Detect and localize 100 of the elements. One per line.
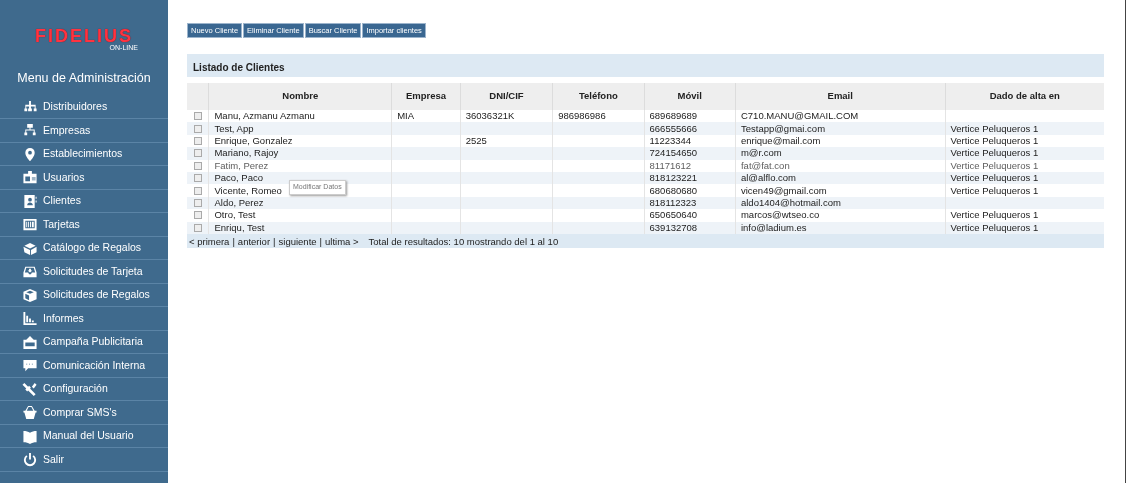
table-cell: Vicente, Romeo — [214, 184, 282, 196]
sidebar-item[interactable]: Clientes — [0, 189, 168, 214]
pager-link[interactable]: ultima > — [325, 235, 359, 247]
column-header: Dado de alta en — [945, 83, 1104, 110]
row-checkbox[interactable] — [193, 223, 202, 232]
row-checkbox[interactable] — [193, 211, 202, 220]
sidebar-item[interactable]: Usuarios — [0, 166, 168, 190]
table-cell: 81171612 — [649, 159, 692, 171]
pager-separator: | — [232, 235, 235, 247]
inbox-icon — [22, 264, 38, 279]
panel-title: Listado de Clientes — [187, 54, 1104, 77]
table-cell: Vertice Peluqueros 1 — [950, 184, 1039, 196]
tools-icon — [22, 381, 38, 397]
row-checkbox[interactable] — [193, 112, 202, 121]
table-cell: Vertice Peluqueros 1 — [950, 122, 1039, 134]
sidebar-item[interactable]: Catálogo de Regalos — [0, 236, 168, 261]
table-cell: Fatim, Perez — [214, 159, 269, 171]
sidebar-item[interactable]: Salir — [0, 448, 168, 472]
logo-wordmark: FIDELIUS — [34, 28, 133, 44]
table-cell: Otro, Test — [214, 209, 256, 221]
column-header: Teléfono — [552, 83, 645, 110]
row-checkbox[interactable] — [193, 124, 202, 133]
sidebar-item[interactable]: Solicitudes de Regalos — [0, 283, 168, 308]
sidebar-item[interactable]: Empresas — [0, 119, 168, 143]
table-cell: info@ladium.es — [740, 221, 807, 233]
table-cell: 36036321K — [465, 110, 515, 122]
table-cell: vicen49@gmail.com — [740, 184, 827, 196]
map-pin-icon — [22, 146, 38, 162]
sidebar-item[interactable]: Distribuidores — [0, 95, 168, 120]
contact-book-icon — [22, 193, 38, 209]
table-cell: Vertice Peluqueros 1 — [950, 221, 1039, 233]
column-header: Email — [735, 83, 945, 110]
row-checkbox[interactable] — [193, 161, 202, 170]
row-checkbox[interactable] — [193, 149, 202, 158]
column-header: Empresa — [391, 83, 461, 110]
sidebar-item[interactable]: Campaña Publicitaria — [0, 330, 168, 355]
sidebar-item[interactable]: Solicitudes de Tarjeta — [0, 260, 168, 284]
table-cell: C710.MANU@GMAIL.COM — [740, 110, 859, 122]
table-cell: 639132708 — [649, 221, 698, 233]
table-cell: m@r.com — [740, 147, 782, 159]
table-cell: fat@fat.con — [740, 159, 790, 171]
table-cell: 724154650 — [649, 147, 698, 159]
package-icon — [22, 287, 38, 303]
row-checkbox[interactable] — [193, 136, 202, 145]
pager-separator: | — [273, 235, 276, 247]
table-cell: 818123221 — [649, 172, 698, 184]
pager-link[interactable]: siguiente — [278, 235, 317, 247]
bar-chart-icon — [22, 311, 38, 326]
row-checkbox[interactable] — [193, 198, 202, 207]
sidebar-item[interactable]: Informes — [0, 307, 168, 331]
org-chart-icon — [22, 123, 38, 138]
id-badge-icon — [22, 170, 38, 185]
sidebar-item[interactable]: Tarjetas — [0, 213, 168, 237]
table-cell: Enrique, Gonzalez — [214, 134, 293, 146]
table-cell: Vertice Peluqueros 1 — [950, 159, 1039, 171]
book-icon — [22, 428, 38, 444]
sidebar-item[interactable]: Comunicación Interna — [0, 354, 168, 378]
table-cell: 11223344 — [649, 134, 692, 146]
table-cell: 818112323 — [649, 196, 697, 208]
table-cell: Paco, Paco — [214, 172, 264, 184]
table-cell: Vertice Peluqueros 1 — [950, 147, 1039, 159]
sidebar-title: Menu de Administración — [16, 70, 152, 87]
table-cell: Vertice Peluqueros 1 — [950, 134, 1039, 146]
pager-separator: | — [319, 235, 323, 247]
box-icon — [22, 240, 38, 256]
table-cell: Mariano, Rajoy — [214, 147, 279, 159]
table-cell: 666555666 — [649, 122, 698, 134]
sidebar-item[interactable]: Comprar SMS's — [0, 401, 168, 425]
table-cell: 2525 — [465, 134, 487, 146]
barcode-card-icon — [22, 217, 38, 232]
column-header: DNI/CIF — [460, 83, 553, 110]
table-cell: Aldo, Perez — [214, 196, 264, 208]
column-header: Nombre — [208, 83, 392, 110]
table-cell: Enriqu, Test — [214, 221, 265, 233]
table-cell: Testapp@gmai.com — [740, 122, 826, 134]
table-cell: Vertice Peluqueros 1 — [950, 172, 1039, 184]
table-cell: Manu, Azmanu Azmanu — [214, 110, 315, 122]
sidebar-item[interactable]: Establecimientos — [0, 142, 168, 167]
table-cell: 680680680 — [649, 184, 698, 196]
sale-sign-icon — [22, 334, 38, 350]
column-header: Móvil — [644, 83, 736, 110]
pager-link[interactable]: anterior — [237, 235, 271, 247]
table-cell: 650650640 — [649, 209, 698, 221]
results-summary: Total de resultados: 10 mostrando del 1 al 10 — [368, 234, 559, 247]
table-cell: Test, App — [214, 122, 254, 134]
table-cell: 689689689 — [649, 110, 698, 122]
table-cell: al@alflo.com — [740, 172, 796, 184]
row-checkbox[interactable] — [193, 174, 202, 183]
table-cell: aldo1404@hotmail.com — [740, 196, 841, 208]
basket-icon — [22, 405, 38, 420]
table-cell: enrique@mail.com — [740, 134, 821, 146]
chat-bubble-icon — [22, 358, 38, 373]
pager-link[interactable]: < primera — [189, 235, 230, 247]
table-cell: Vertice Peluqueros 1 — [950, 209, 1039, 221]
sidebar-item[interactable]: Manual del Usuario — [0, 424, 168, 449]
table-cell: marcos@wtseo.co — [740, 209, 820, 221]
sidebar-item[interactable]: Configuración — [0, 377, 168, 402]
table-cell: MIA — [397, 110, 415, 122]
table-cell: 986986986 — [558, 110, 606, 122]
row-checkbox[interactable] — [193, 186, 202, 195]
